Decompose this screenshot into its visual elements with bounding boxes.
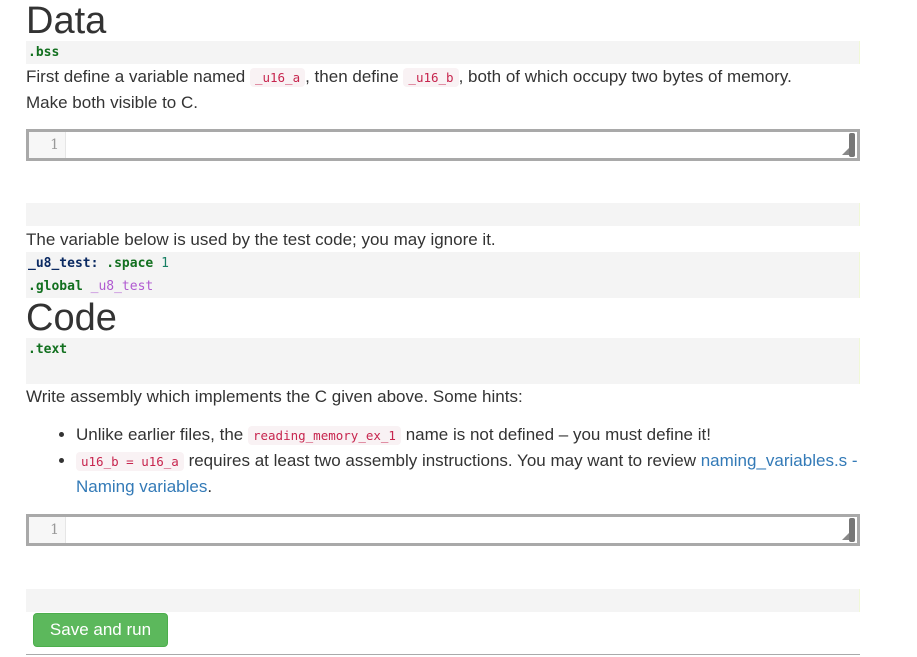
hint-text: Unlike earlier files, the <box>76 425 248 444</box>
save-and-run-button[interactable]: Save and run <box>33 613 168 647</box>
editor-scrollbar[interactable] <box>849 133 855 157</box>
empty-code-block <box>26 203 860 226</box>
empty-code-block <box>26 589 860 612</box>
data-editor-input[interactable] <box>66 132 857 158</box>
code-heading: Code <box>26 297 117 339</box>
page-content: Data .bss First define a variable named … <box>26 0 860 655</box>
hint-text: . <box>207 477 213 496</box>
editor-scrollbar[interactable] <box>849 518 855 542</box>
instr-text-1: First define a variable named <box>26 67 250 86</box>
global-name: _u8_test <box>90 279 154 294</box>
instr-text-3: , both of which occupy two bytes of memo… <box>458 67 792 86</box>
hint-item: u16_b = u16_a requires at least two asse… <box>76 448 860 499</box>
data-heading: Data <box>26 0 107 42</box>
hint-item: Unlike earlier files, the reading_memory… <box>76 422 860 448</box>
data-code-editor[interactable]: 1 <box>26 129 860 161</box>
hint-text: requires at least two assembly instructi… <box>183 451 701 470</box>
hint-code: u16_b = u16_a <box>76 452 184 471</box>
var-a-code: _u16_a <box>249 68 306 87</box>
space-directive: .space <box>106 256 154 271</box>
var-b-code: _u16_b <box>403 68 459 87</box>
code-intro: Write assembly which implements the C gi… <box>26 387 523 406</box>
bss-directive: .bss <box>28 45 60 60</box>
text-code-block: .text <box>26 338 860 384</box>
test-note: The variable below is used by the test c… <box>26 230 496 249</box>
instr-text-2: , then define <box>305 67 404 86</box>
hint-text: name is not defined – you must define it… <box>400 425 711 444</box>
space-value: 1 <box>161 256 169 271</box>
test-label: _u8_test: <box>28 256 99 271</box>
hints-list: Unlike earlier files, the reading_memory… <box>26 422 860 499</box>
code-editor-input[interactable] <box>66 517 857 543</box>
line-number: 1 <box>29 517 66 543</box>
divider <box>26 654 860 655</box>
code-editor[interactable]: 1 <box>26 514 860 546</box>
test-code-block: _u8_test: .space 1 .global _u8_test <box>26 252 860 298</box>
bss-code-block: .bss <box>26 41 860 64</box>
global-directive: .global <box>28 279 83 294</box>
text-directive: .text <box>28 342 68 357</box>
line-number: 1 <box>29 132 66 158</box>
data-instructions-line2: Make both visible to C. <box>26 93 198 112</box>
hint-code: reading_memory_ex_1 <box>247 426 401 445</box>
data-instructions: First define a variable named _u16_a, th… <box>26 64 860 90</box>
